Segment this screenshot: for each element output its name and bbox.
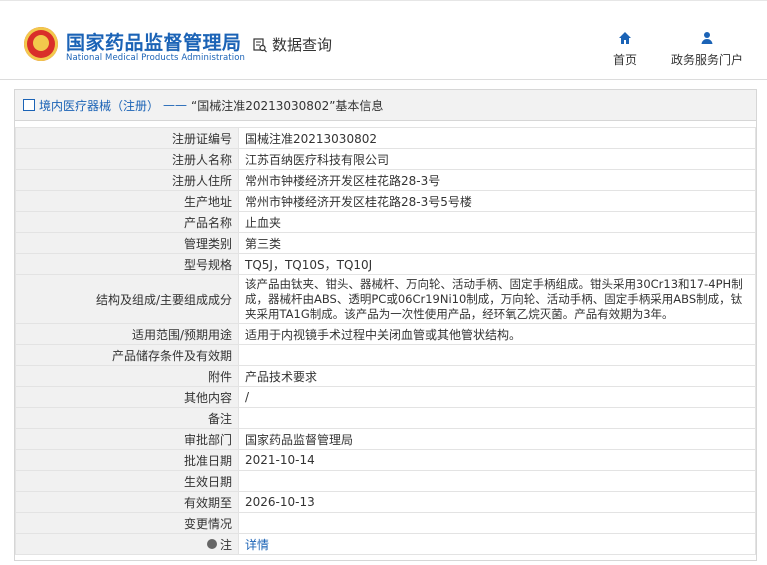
row-value: 国家药品监督管理局 bbox=[238, 428, 756, 450]
row-key: 注册人名称 bbox=[15, 148, 239, 170]
row-value bbox=[238, 470, 756, 492]
row-key: 其他内容 bbox=[15, 386, 239, 408]
row-value: 该产品由钛夹、钳头、器械杆、万向轮、活动手柄、固定手柄组成。钳头采用30Cr13… bbox=[238, 274, 756, 324]
row-value: 详情 bbox=[238, 533, 756, 555]
row-value: 止血夹 bbox=[238, 211, 756, 233]
nav-gov-services[interactable]: 政务服务门户 bbox=[671, 31, 743, 68]
table-row: 有效期至 2026-10-13 bbox=[15, 491, 756, 513]
row-value: 2026-10-13 bbox=[238, 491, 756, 513]
document-icon bbox=[23, 99, 35, 111]
row-key: 注册人住所 bbox=[15, 169, 239, 191]
row-key: 审批部门 bbox=[15, 428, 239, 450]
note-icon bbox=[206, 539, 217, 549]
org-name-en: National Medical Products Administration bbox=[66, 53, 245, 63]
table-row: 注册人名称 江苏百纳医疗科技有限公司 bbox=[15, 148, 756, 170]
row-value: 常州市钟楼经济开发区桂花路28-3号5号楼 bbox=[238, 190, 756, 212]
table-row: 其他内容 / bbox=[15, 386, 756, 408]
row-value: 江苏百纳医疗科技有限公司 bbox=[238, 148, 756, 170]
nav-home[interactable]: 首页 bbox=[613, 31, 637, 68]
breadcrumb-category[interactable]: 境内医疗器械（注册） bbox=[39, 97, 159, 114]
note-label-wrap: 注 bbox=[206, 536, 232, 553]
table-row: 附件 产品技术要求 bbox=[15, 365, 756, 387]
row-key: 变更情况 bbox=[15, 512, 239, 534]
org-name-cn: 国家药品监督管理局 bbox=[66, 32, 242, 54]
row-key: 附件 bbox=[15, 365, 239, 387]
home-icon bbox=[618, 31, 632, 45]
row-value bbox=[238, 512, 756, 534]
row-key: 生效日期 bbox=[15, 470, 239, 492]
site-header: 国家药品监督管理局 National Medical Products Admi… bbox=[0, 0, 767, 81]
row-key: 生产地址 bbox=[15, 190, 239, 212]
row-value: 适用于内视镜手术过程中关闭血管或其他管状结构。 bbox=[238, 323, 756, 345]
row-value: 产品技术要求 bbox=[238, 365, 756, 387]
row-value: 国械注准20213030802 bbox=[238, 127, 756, 149]
row-value: TQ5J，TQ10S，TQ10J bbox=[238, 253, 756, 275]
table-row: 产品名称 止血夹 bbox=[15, 211, 756, 233]
breadcrumb-title: “国械注准20213030802”基本信息 bbox=[191, 98, 384, 113]
row-key: 管理类别 bbox=[15, 232, 239, 254]
table-row: 审批部门 国家药品监督管理局 bbox=[15, 428, 756, 450]
table-row: 变更情况 bbox=[15, 512, 756, 534]
nav-gov-services-label: 政务服务门户 bbox=[670, 53, 743, 67]
table-row: 型号规格 TQ5J，TQ10S，TQ10J bbox=[15, 253, 756, 275]
row-value: 第三类 bbox=[238, 232, 756, 254]
row-key: 型号规格 bbox=[15, 253, 239, 275]
search-icon bbox=[252, 37, 268, 53]
row-key: 备注 bbox=[15, 407, 239, 429]
row-value: 常州市钟楼经济开发区桂花路28-3号 bbox=[238, 169, 756, 191]
row-key: 结构及组成/主要组成成分 bbox=[15, 274, 239, 324]
row-key: 注 bbox=[15, 533, 239, 555]
row-key: 注册证编号 bbox=[15, 127, 239, 149]
row-key: 适用范围/预期用途 bbox=[15, 323, 239, 345]
table-row: 注册证编号 国械注准20213030802 bbox=[15, 127, 756, 149]
note-label: 注 bbox=[219, 537, 232, 552]
table-row: 管理类别 第三类 bbox=[15, 232, 756, 254]
row-key: 产品储存条件及有效期 bbox=[15, 344, 239, 366]
details-link[interactable]: 详情 bbox=[245, 538, 269, 552]
table-row: 生效日期 bbox=[15, 470, 756, 492]
data-query-link[interactable]: 数据查询 bbox=[252, 34, 332, 55]
row-key: 批准日期 bbox=[15, 449, 239, 471]
nav-home-label: 首页 bbox=[612, 53, 637, 67]
detail-panel: 境内医疗器械（注册） —— “国械注准20213030802”基本信息 注册证编… bbox=[14, 89, 757, 561]
top-nav: 首页 政务服务门户 bbox=[613, 31, 743, 68]
row-value: 2021-10-14 bbox=[238, 449, 756, 471]
table-row: 适用范围/预期用途 适用于内视镜手术过程中关闭血管或其他管状结构。 bbox=[15, 323, 756, 345]
row-value: / bbox=[238, 386, 756, 408]
row-key: 产品名称 bbox=[15, 211, 239, 233]
data-query-label: 数据查询 bbox=[272, 36, 333, 54]
registration-info-table: 注册证编号 国械注准20213030802 注册人名称 江苏百纳医疗科技有限公司… bbox=[15, 127, 756, 555]
emblem-logo bbox=[24, 27, 58, 61]
row-value bbox=[238, 344, 756, 366]
table-row: 注 详情 bbox=[15, 533, 756, 555]
header-divider bbox=[0, 79, 767, 80]
composition-text: 该产品由钛夹、钳头、器械杆、万向轮、活动手柄、固定手柄组成。钳头采用30Cr13… bbox=[245, 276, 743, 321]
row-key: 有效期至 bbox=[15, 491, 239, 513]
table-row: 注册人住所 常州市钟楼经济开发区桂花路28-3号 bbox=[15, 169, 756, 191]
breadcrumb-separator: —— bbox=[163, 98, 188, 112]
row-value bbox=[238, 407, 756, 429]
table-row: 备注 bbox=[15, 407, 756, 429]
table-row: 生产地址 常州市钟楼经济开发区桂花路28-3号5号楼 bbox=[15, 190, 756, 212]
user-icon bbox=[700, 31, 714, 45]
table-row: 批准日期 2021-10-14 bbox=[15, 449, 756, 471]
table-row: 结构及组成/主要组成成分 该产品由钛夹、钳头、器械杆、万向轮、活动手柄、固定手柄… bbox=[15, 274, 756, 324]
breadcrumb: 境内医疗器械（注册） —— “国械注准20213030802”基本信息 bbox=[15, 90, 756, 121]
table-row: 产品储存条件及有效期 bbox=[15, 344, 756, 366]
